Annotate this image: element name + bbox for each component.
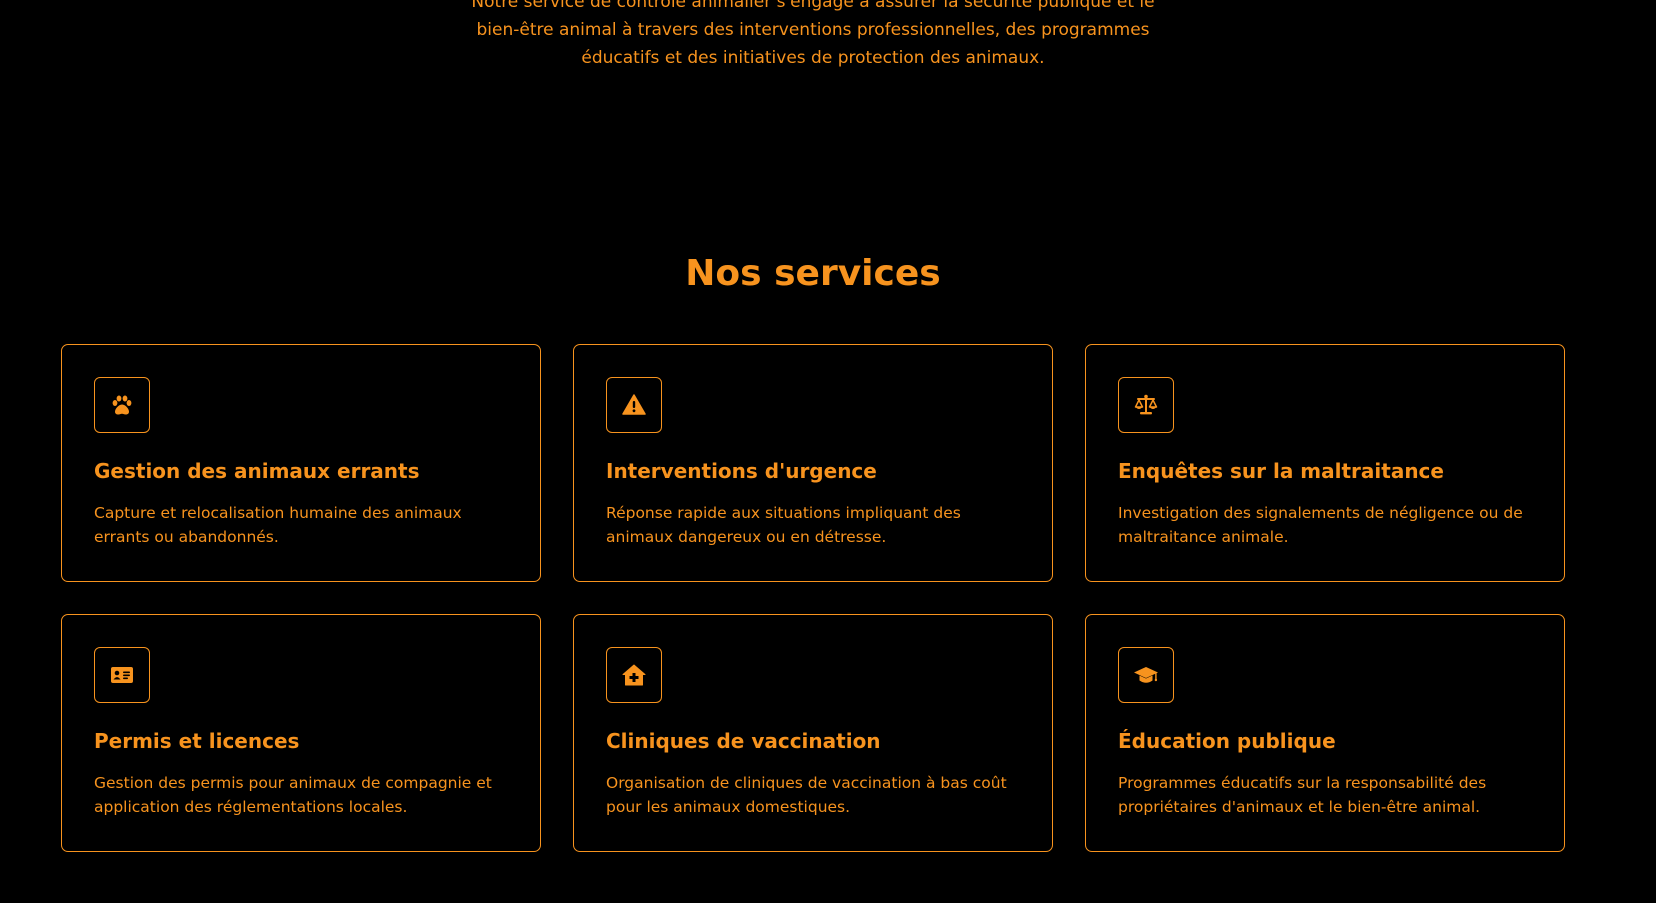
- graduation-cap-icon: [1134, 667, 1158, 683]
- intro-line: éducatifs et des initiatives de protecti…: [581, 48, 1045, 68]
- scale-icon: [1134, 394, 1158, 415]
- intro-line: Notre service de contrôle animalier s'en…: [471, 0, 1155, 12]
- icon-container: [1118, 647, 1174, 703]
- icon-container: [606, 377, 662, 433]
- icon-container: [1118, 377, 1174, 433]
- icon-container: [94, 647, 150, 703]
- icon-container: [94, 377, 150, 433]
- icon-container: [606, 647, 662, 703]
- card-title: Enquêtes sur la maltraitance: [1118, 459, 1444, 483]
- section-title: Nos services: [685, 253, 941, 294]
- service-card-abuse-investigation: Enquêtes sur la maltraitance Investigati…: [1085, 344, 1565, 582]
- intro-text: Notre service de contrôle animalier s'en…: [0, 0, 1626, 72]
- intro-line: bien-être animal à travers des intervent…: [476, 20, 1150, 40]
- service-card-public-education: Éducation publique Programmes éducatifs …: [1085, 614, 1565, 852]
- card-title: Gestion des animaux errants: [94, 459, 420, 483]
- paw-icon: [112, 395, 132, 415]
- card-title: Éducation publique: [1118, 729, 1336, 753]
- card-description: Investigation des signalements de néglig…: [1118, 504, 1523, 546]
- card-title: Permis et licences: [94, 729, 300, 753]
- warning-icon: [622, 394, 646, 415]
- card-title: Cliniques de vaccination: [606, 729, 881, 753]
- card-description: Programmes éducatifs sur la responsabili…: [1118, 774, 1487, 816]
- card-description: Organisation de cliniques de vaccination…: [606, 774, 1007, 816]
- service-card-emergency: Interventions d'urgence Réponse rapide a…: [573, 344, 1053, 582]
- card-title: Interventions d'urgence: [606, 459, 877, 483]
- card-description: Capture et relocalisation humaine des an…: [94, 504, 462, 546]
- card-description: Réponse rapide aux situations impliquant…: [606, 504, 961, 546]
- service-card-vaccination: Cliniques de vaccination Organisation de…: [573, 614, 1053, 852]
- service-card-stray-animals: Gestion des animaux errants Capture et r…: [61, 344, 541, 582]
- id-card-icon: [111, 667, 133, 683]
- card-description: Gestion des permis pour animaux de compa…: [94, 774, 492, 816]
- clinic-icon: [622, 664, 646, 686]
- service-card-permits: Permis et licences Gestion des permis po…: [61, 614, 541, 852]
- services-grid: Gestion des animaux errants Capture et r…: [61, 344, 1566, 852]
